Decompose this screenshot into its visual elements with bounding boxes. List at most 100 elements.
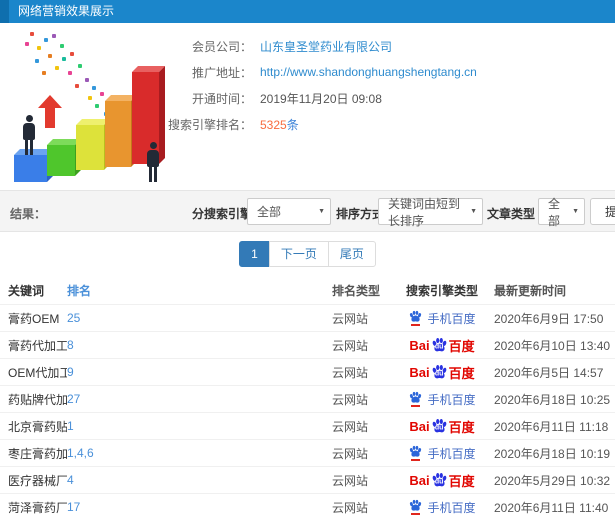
header-rank: 排名	[67, 283, 92, 298]
updated-cell: 2020年6月18日 10:19	[494, 446, 611, 461]
rank-type-cell: 云网站	[332, 392, 369, 407]
page-header: 网络营销效果展示	[0, 0, 615, 23]
table-body: 膏药OEM 25 云网站 手机百度 2020年6月9日 17:50 膏药代加工 8 云网站 Ba…	[0, 304, 615, 520]
table-row: 药贴牌代加工27云网站 手机百度 2020年6月18日 10:25	[0, 385, 615, 412]
article-type-label: 文章类型	[487, 207, 536, 221]
updated-cell: 2020年6月5日 14:57	[494, 365, 604, 380]
confetti-decoration	[0, 28, 4, 32]
keyword-cell: 膏药代加工	[8, 338, 67, 353]
rank-type-cell: 云网站	[332, 446, 369, 461]
header-rank-type: 排名类型	[332, 283, 381, 298]
page-title: 网络营销效果展示	[18, 4, 115, 18]
rank-type-cell: 云网站	[332, 365, 369, 380]
updated-cell: 2020年6月10日 13:40	[494, 338, 611, 353]
baidu-logo-cn: 百度	[448, 419, 475, 435]
pagination: 1 下一页 尾页	[0, 232, 615, 276]
baidu-paw-icon: du	[431, 364, 448, 380]
mobile-baidu-underline	[411, 405, 421, 407]
field-row-url: 推广地址： http://www.shandonghuangshengtang.…	[150, 59, 477, 85]
filter-bar: 结果： 分搜索引擎查看 全部 ▼ 排序方式 关键词由短到长排序 ▼ 文章类型 全…	[0, 190, 615, 232]
rank-link[interactable]: 1	[67, 419, 332, 433]
baidu-logo-cn: 百度	[448, 338, 475, 354]
baidu-logo-bai: Bai	[409, 472, 430, 488]
article-type-select[interactable]: 全部 ▼	[538, 197, 585, 228]
field-row-company: 会员公司： 山东皇圣堂药业有限公司	[150, 33, 477, 59]
rank-link[interactable]: 4	[67, 473, 332, 487]
rank-link[interactable]: 1,4,6	[67, 446, 332, 460]
search-engine-cell: Bai du 百度	[397, 363, 487, 382]
rank-link[interactable]: 9	[67, 365, 332, 379]
last-page-button[interactable]: 尾页	[327, 241, 376, 267]
ranking-count-label: 搜索引擎排名：	[167, 117, 252, 132]
search-engine-cell: Bai du 百度	[397, 471, 487, 490]
open-time-label: 开通时间：	[191, 91, 252, 106]
chevron-down-icon: ▼	[470, 208, 477, 215]
mobile-baidu-icon	[408, 391, 423, 407]
marketing-report-page: 网络营销效果展示 会员公司： 山东皇圣堂药业有限公司 推广地址： http://…	[0, 0, 615, 520]
article-type-selected: 全部	[548, 196, 561, 228]
baidu-logo-bai: Bai	[409, 364, 430, 380]
mobile-baidu-label: 手机百度	[427, 392, 476, 407]
result-label: 结果：	[10, 207, 47, 221]
search-engine-cell: Bai du 百度	[397, 417, 487, 436]
table-row: OEM代加工 9 云网站 Bai du 百度 2020年6月5日 14:57	[0, 358, 615, 385]
keyword-cell: 医疗器械厂家	[8, 473, 67, 488]
search-engine-cell: 手机百度	[397, 499, 487, 516]
baidu-logo-bai: Bai	[409, 418, 430, 434]
table-row: 枣庄膏药加工1,4,6云网站 手机百度 2020年6月18日 10:19	[0, 439, 615, 466]
search-engine-cell: 手机百度	[397, 445, 487, 462]
open-time-value: 2019年11月20日 09:08	[260, 91, 382, 106]
bar-orange	[105, 101, 131, 167]
header-updated: 最新更新时间	[494, 283, 567, 298]
keyword-cell: 枣庄膏药加工	[8, 446, 67, 461]
rank-type-cell: 云网站	[332, 473, 369, 488]
sort-selected: 关键词由短到长排序	[388, 196, 461, 228]
rank-link[interactable]: 17	[67, 500, 332, 514]
baidu-logo: Bai du 百度	[409, 471, 474, 490]
company-label: 会员公司：	[191, 39, 252, 54]
rank-type-cell: 云网站	[332, 419, 369, 434]
page-button-current[interactable]: 1	[239, 241, 270, 267]
search-engine-cell: 手机百度	[397, 310, 487, 327]
baidu-logo-du: du	[434, 370, 444, 378]
table-row: 北京膏药贴牌1云网站 Baidu 百度 2020年6月11日 11:18	[0, 412, 615, 439]
table-row: 膏药OEM 25 云网站 手机百度 2020年6月9日 17:50	[0, 304, 615, 331]
table-row: 菏泽膏药厂家17云网站 手机百度 2020年6月11日 11:40	[0, 493, 615, 520]
baidu-logo-cn: 百度	[448, 473, 475, 489]
sort-select[interactable]: 关键词由短到长排序 ▼	[378, 197, 483, 228]
rank-link[interactable]: 27	[67, 392, 332, 406]
updated-cell: 2020年6月11日 11:40	[494, 500, 609, 515]
table-header-row: 关键词 排名 排名类型 搜索引擎类型 最新更新时间	[0, 276, 615, 304]
businessman-figure-right	[146, 142, 160, 182]
info-section: 会员公司： 山东皇圣堂药业有限公司 推广地址： http://www.shand…	[0, 23, 615, 190]
keyword-cell: 膏药OEM	[8, 311, 60, 326]
ranking-count-value: 5325条	[260, 116, 299, 133]
ranking-unit: 条	[286, 117, 299, 132]
submit-button[interactable]: 提交	[590, 198, 615, 225]
sort-label: 排序方式	[336, 207, 385, 221]
baidu-logo-bai: Bai	[409, 337, 430, 353]
company-info-fields: 会员公司： 山东皇圣堂药业有限公司 推广地址： http://www.shand…	[150, 33, 477, 137]
engine-view-select[interactable]: 全部 ▼	[247, 198, 331, 225]
company-link[interactable]: 山东皇圣堂药业有限公司	[260, 38, 392, 55]
bar-green	[47, 145, 75, 176]
updated-cell: 2020年5月29日 10:32	[494, 473, 611, 488]
mobile-baidu-label: 手机百度	[427, 311, 476, 326]
header-keyword: 关键词	[8, 283, 45, 298]
bar-blue	[14, 155, 47, 182]
mobile-baidu-icon	[408, 445, 423, 461]
search-engine-cell: Bai du 百度	[397, 336, 487, 355]
promo-url-link[interactable]: http://www.shandonghuangshengtang.cn	[260, 65, 477, 79]
rank-link[interactable]: 8	[67, 338, 332, 352]
updated-cell: 2020年6月18日 10:25	[494, 392, 611, 407]
table-row: 膏药代加工 8 云网站 Bai du 百度 2020年6月10日 13:40	[0, 331, 615, 358]
bar-yellow	[76, 125, 104, 170]
header-engine-type: 搜索引擎类型	[405, 283, 478, 298]
next-page-button[interactable]: 下一页	[268, 241, 329, 267]
mobile-baidu-icon	[408, 499, 423, 515]
rank-link[interactable]: 25	[67, 311, 332, 325]
rank-type-cell: 云网站	[332, 500, 369, 515]
chevron-down-icon: ▼	[318, 208, 325, 215]
engine-view-selected: 全部	[257, 205, 282, 219]
field-row-open-time: 开通时间： 2019年11月20日 09:08	[150, 85, 477, 111]
